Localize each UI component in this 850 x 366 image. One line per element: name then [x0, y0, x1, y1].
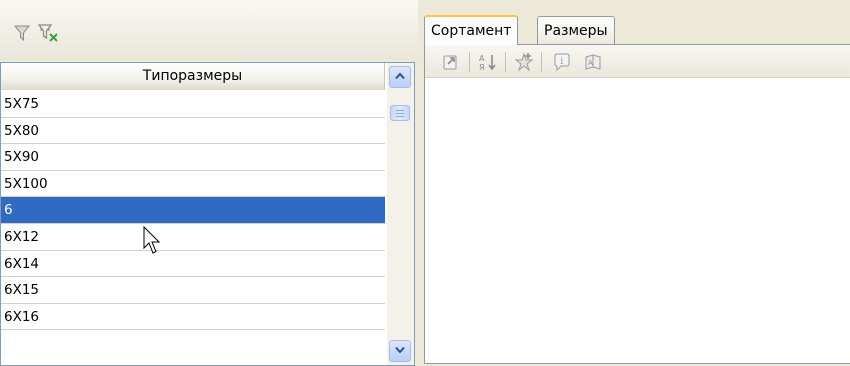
svg-text:A: A — [588, 59, 593, 67]
filter-icon[interactable] — [14, 25, 30, 41]
list-header[interactable]: Типоразмеры — [1, 63, 385, 90]
info-icon[interactable]: i — [552, 52, 572, 72]
add-to-favorites-icon[interactable] — [514, 52, 534, 72]
list-body: 5X75 5X80 5X90 5X100 6 6X12 6X14 6X15 6X… — [1, 91, 385, 365]
list-item[interactable]: 6X15 — [1, 277, 385, 304]
list-item[interactable]: 6X16 — [1, 304, 385, 331]
vertical-scrollbar[interactable] — [387, 63, 414, 365]
list-item[interactable]: 5X80 — [1, 118, 385, 145]
list-item[interactable]: 5X100 — [1, 171, 385, 198]
scroll-thumb[interactable] — [390, 105, 410, 121]
list-item[interactable]: 5X75 — [1, 91, 385, 118]
svg-text:Я: Я — [479, 63, 485, 72]
chevron-down-icon — [395, 346, 405, 354]
scroll-down-button[interactable] — [389, 340, 411, 362]
scroll-up-button[interactable] — [389, 66, 411, 88]
export-icon[interactable] — [442, 53, 460, 71]
mouse-cursor-icon — [143, 226, 161, 254]
list-item[interactable]: 5X90 — [1, 144, 385, 171]
list-item-selected[interactable]: 6 — [1, 197, 385, 224]
list-item[interactable]: 6X14 — [1, 251, 385, 278]
left-toolbar — [0, 0, 418, 60]
filter-clear-icon[interactable] — [38, 24, 60, 42]
list-item[interactable]: 6X12 — [1, 224, 385, 251]
page-toolbar: A Я i A — [425, 45, 850, 78]
chevron-up-icon — [395, 72, 405, 80]
svg-text:i: i — [560, 57, 563, 67]
sizes-list[interactable]: Типоразмеры 5X75 5X80 5X90 5X100 6 6X12 … — [0, 62, 415, 366]
tab-page: A Я i A — [424, 44, 850, 364]
catalog-icon[interactable]: A — [583, 52, 603, 72]
sort-icon[interactable]: A Я — [478, 52, 498, 72]
svg-text:A: A — [479, 54, 485, 63]
tab-sizes[interactable]: Размеры — [537, 16, 615, 44]
tab-sortament[interactable]: Сортамент — [424, 15, 519, 45]
